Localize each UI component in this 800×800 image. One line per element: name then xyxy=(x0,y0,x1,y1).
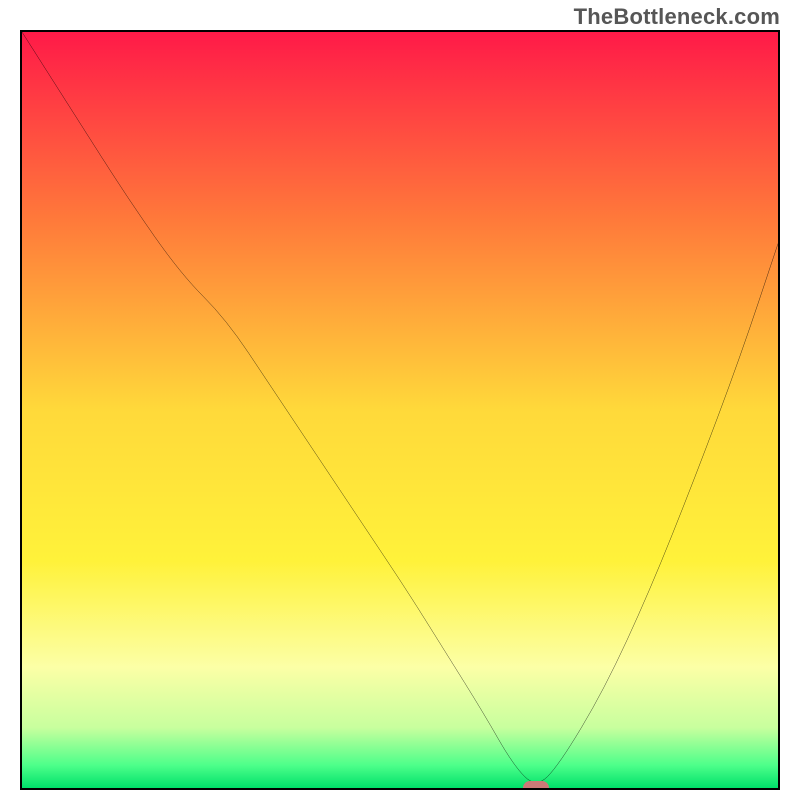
chart-curve xyxy=(22,32,778,788)
bottleneck-marker xyxy=(523,781,549,790)
chart-frame xyxy=(20,30,780,790)
watermark-text: TheBottleneck.com xyxy=(574,4,780,30)
